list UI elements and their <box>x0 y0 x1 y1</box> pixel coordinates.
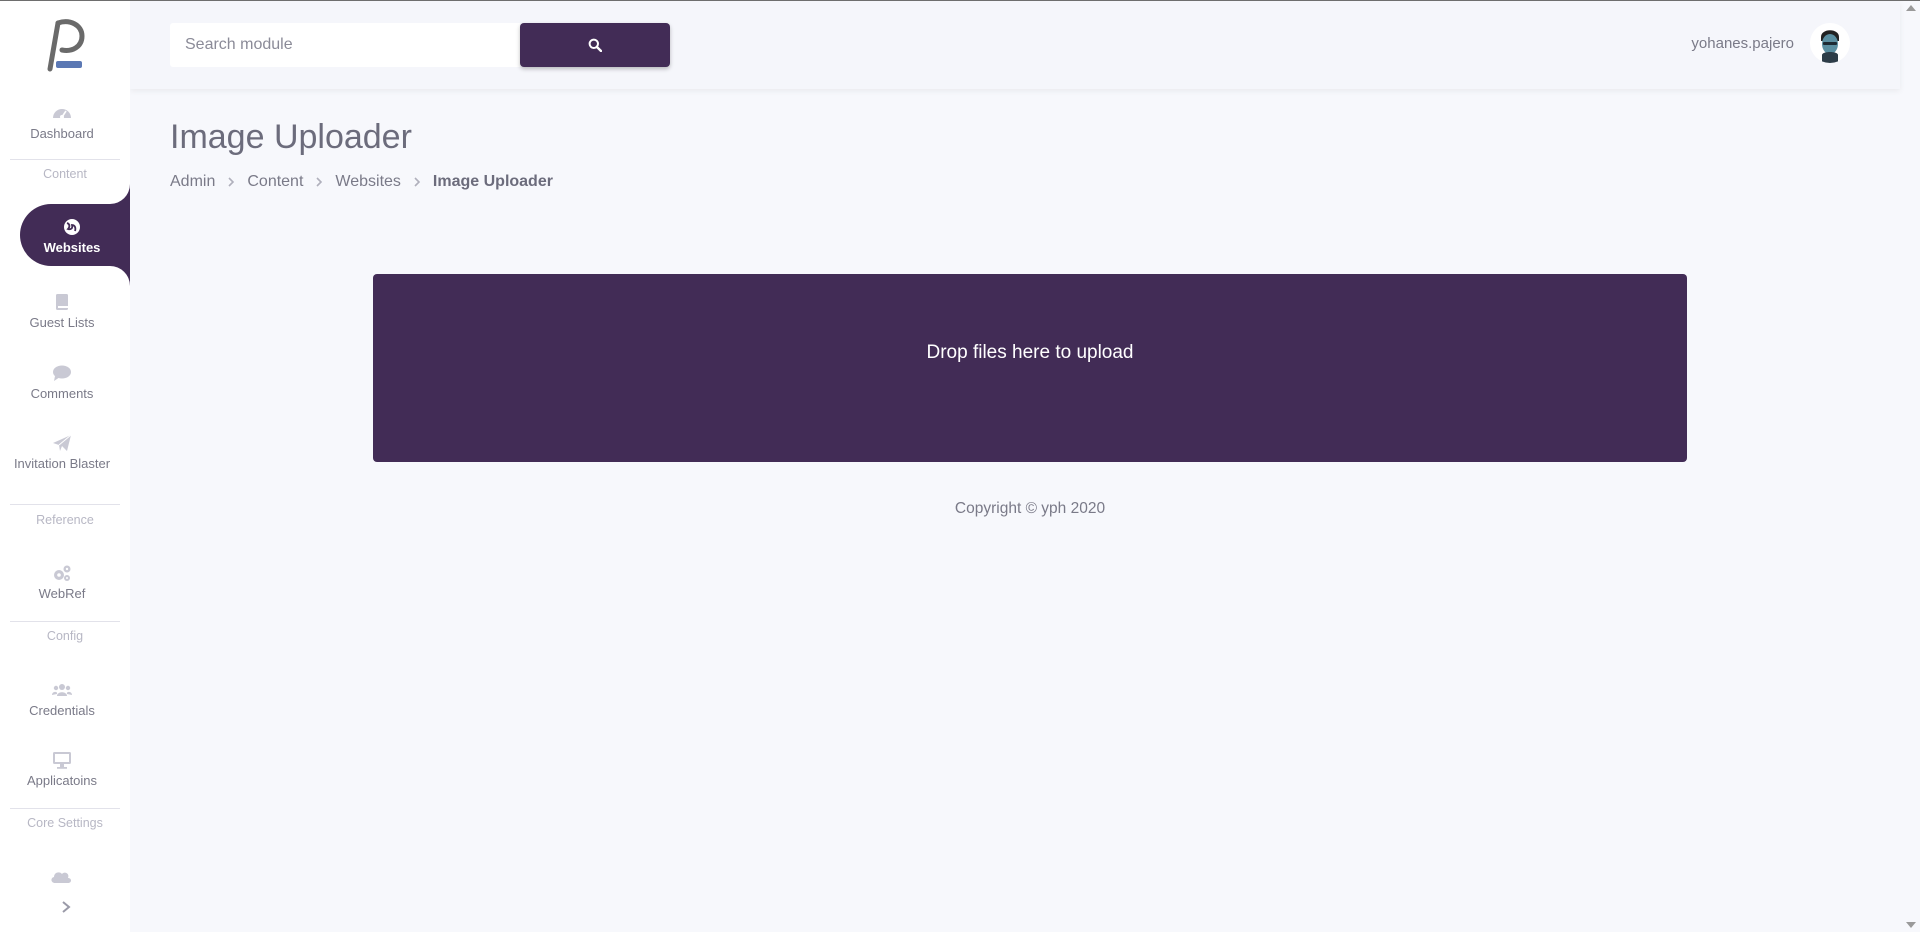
active-curve-bottom <box>110 266 130 290</box>
search-icon <box>588 38 602 52</box>
section-divider <box>10 621 120 622</box>
section-label-core-settings: Core Settings <box>27 816 103 830</box>
scroll-down-arrow-icon[interactable] <box>1906 922 1916 928</box>
sidebar-item-invitation-blaster[interactable]: Invitation Blaster <box>0 434 124 470</box>
sidebar-item-webref[interactable]: WebRef <box>0 564 124 600</box>
sidebar-item-label: Credentials <box>29 703 95 718</box>
user-avatar-icon <box>1810 23 1850 63</box>
desktop-icon <box>53 752 71 769</box>
paper-plane-icon <box>53 434 72 451</box>
users-icon <box>52 684 72 696</box>
brand-logo <box>47 19 85 72</box>
search-input[interactable] <box>170 23 520 67</box>
sidebar-item-credentials[interactable]: Credentials <box>0 681 124 717</box>
breadcrumb-admin[interactable]: Admin <box>170 173 215 191</box>
section-label-config: Config <box>46 629 84 643</box>
comment-icon <box>53 365 71 381</box>
breadcrumb-current: Image Uploader <box>432 173 553 190</box>
section-label-reference: Reference <box>36 513 94 527</box>
breadcrumb: Admin Content Websites Image Uploader <box>170 173 553 191</box>
top-border <box>0 0 1920 1</box>
section-label-content: Content <box>43 167 87 181</box>
sidebar-item-dashboard[interactable]: Dashboard <box>0 104 124 140</box>
chevron-right-icon <box>316 177 323 187</box>
sidebar-item-label: Applicatoins <box>26 773 98 788</box>
sidebar-item-applications[interactable]: Applicatoins <box>0 751 124 787</box>
section-divider <box>10 504 120 505</box>
footer-copyright: Copyright © yph 2020 <box>954 500 1106 517</box>
sidebar-item-label: Dashboard <box>30 126 94 141</box>
breadcrumb-websites[interactable]: Websites <box>335 173 401 191</box>
breadcrumb-content[interactable]: Content <box>247 173 303 191</box>
globe-icon <box>64 219 80 235</box>
cogs-icon <box>54 565 71 581</box>
file-dropzone[interactable]: Drop files here to upload <box>373 274 1687 462</box>
scroll-up-arrow-icon[interactable] <box>1906 5 1916 11</box>
sidebar-item-label: Guest Lists <box>29 315 95 330</box>
sidebar-item-label: WebRef <box>38 586 86 601</box>
sidebar-item-websites[interactable]: Websites <box>20 218 124 254</box>
sidebar-item-label: Comments <box>30 386 94 401</box>
book-icon <box>56 294 68 310</box>
top-header: yohanes.pajero <box>130 1 1900 89</box>
username[interactable]: yohanes.pajero <box>1691 35 1794 52</box>
chevron-right-icon[interactable] <box>60 900 72 914</box>
section-divider <box>10 159 120 160</box>
sidebar-item-comments[interactable]: Comments <box>0 364 124 400</box>
chevron-right-icon <box>228 177 235 187</box>
page-title: Image Uploader <box>170 118 412 156</box>
chevron-right-icon <box>414 177 421 187</box>
sidebar-item-label: Invitation Blaster <box>13 456 111 471</box>
dashboard-icon <box>53 109 71 119</box>
dropzone-message: Drop files here to upload <box>926 342 1134 363</box>
active-curve-top <box>110 180 130 204</box>
page-scrollbar[interactable] <box>1902 1 1920 932</box>
search-button[interactable] <box>520 23 670 67</box>
sidebar: Dashboard Content Websites Guest Lists C… <box>0 1 130 932</box>
cloud-icon[interactable] <box>50 868 72 884</box>
section-divider <box>10 808 120 809</box>
avatar[interactable] <box>1810 23 1850 63</box>
sidebar-item-guest-lists[interactable]: Guest Lists <box>0 293 124 329</box>
sidebar-item-label: Websites <box>43 240 101 255</box>
